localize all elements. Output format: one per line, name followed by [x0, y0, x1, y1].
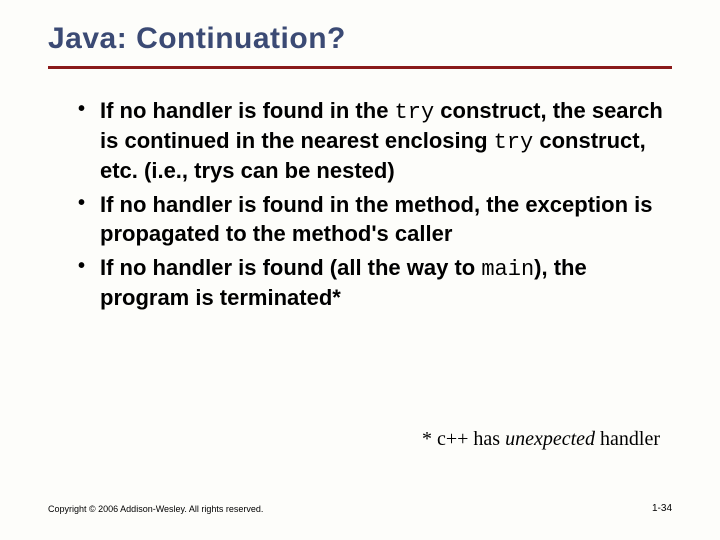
bullet-item: If no handler is found (all the way to m…: [78, 254, 672, 312]
copyright: Copyright © 2006 Addison-Wesley. All rig…: [48, 504, 263, 514]
bullet-text: If no handler is found (all the way to: [100, 255, 481, 280]
footnote-em: unexpected: [505, 428, 595, 450]
code-span: main: [481, 257, 534, 282]
footnote: * c++ has unexpected handler: [422, 428, 660, 451]
bullet-text: If no handler is found in the: [100, 98, 395, 123]
bullet-list: If no handler is found in the try constr…: [48, 97, 672, 312]
slide-title: Java: Continuation?: [48, 22, 672, 56]
bullet-item: If no handler is found in the try constr…: [78, 97, 672, 185]
bullet-text: If no handler is found in the method, th…: [100, 192, 652, 245]
title-rule: [48, 66, 672, 69]
footnote-text: handler: [595, 428, 660, 450]
slide: Java: Continuation? If no handler is fou…: [0, 0, 720, 540]
bullet-item: If no handler is found in the method, th…: [78, 191, 672, 247]
page-number: 1-34: [652, 503, 672, 514]
code-span: try: [395, 100, 435, 125]
footnote-text: * c++ has: [422, 428, 505, 450]
code-span: try: [494, 130, 534, 155]
